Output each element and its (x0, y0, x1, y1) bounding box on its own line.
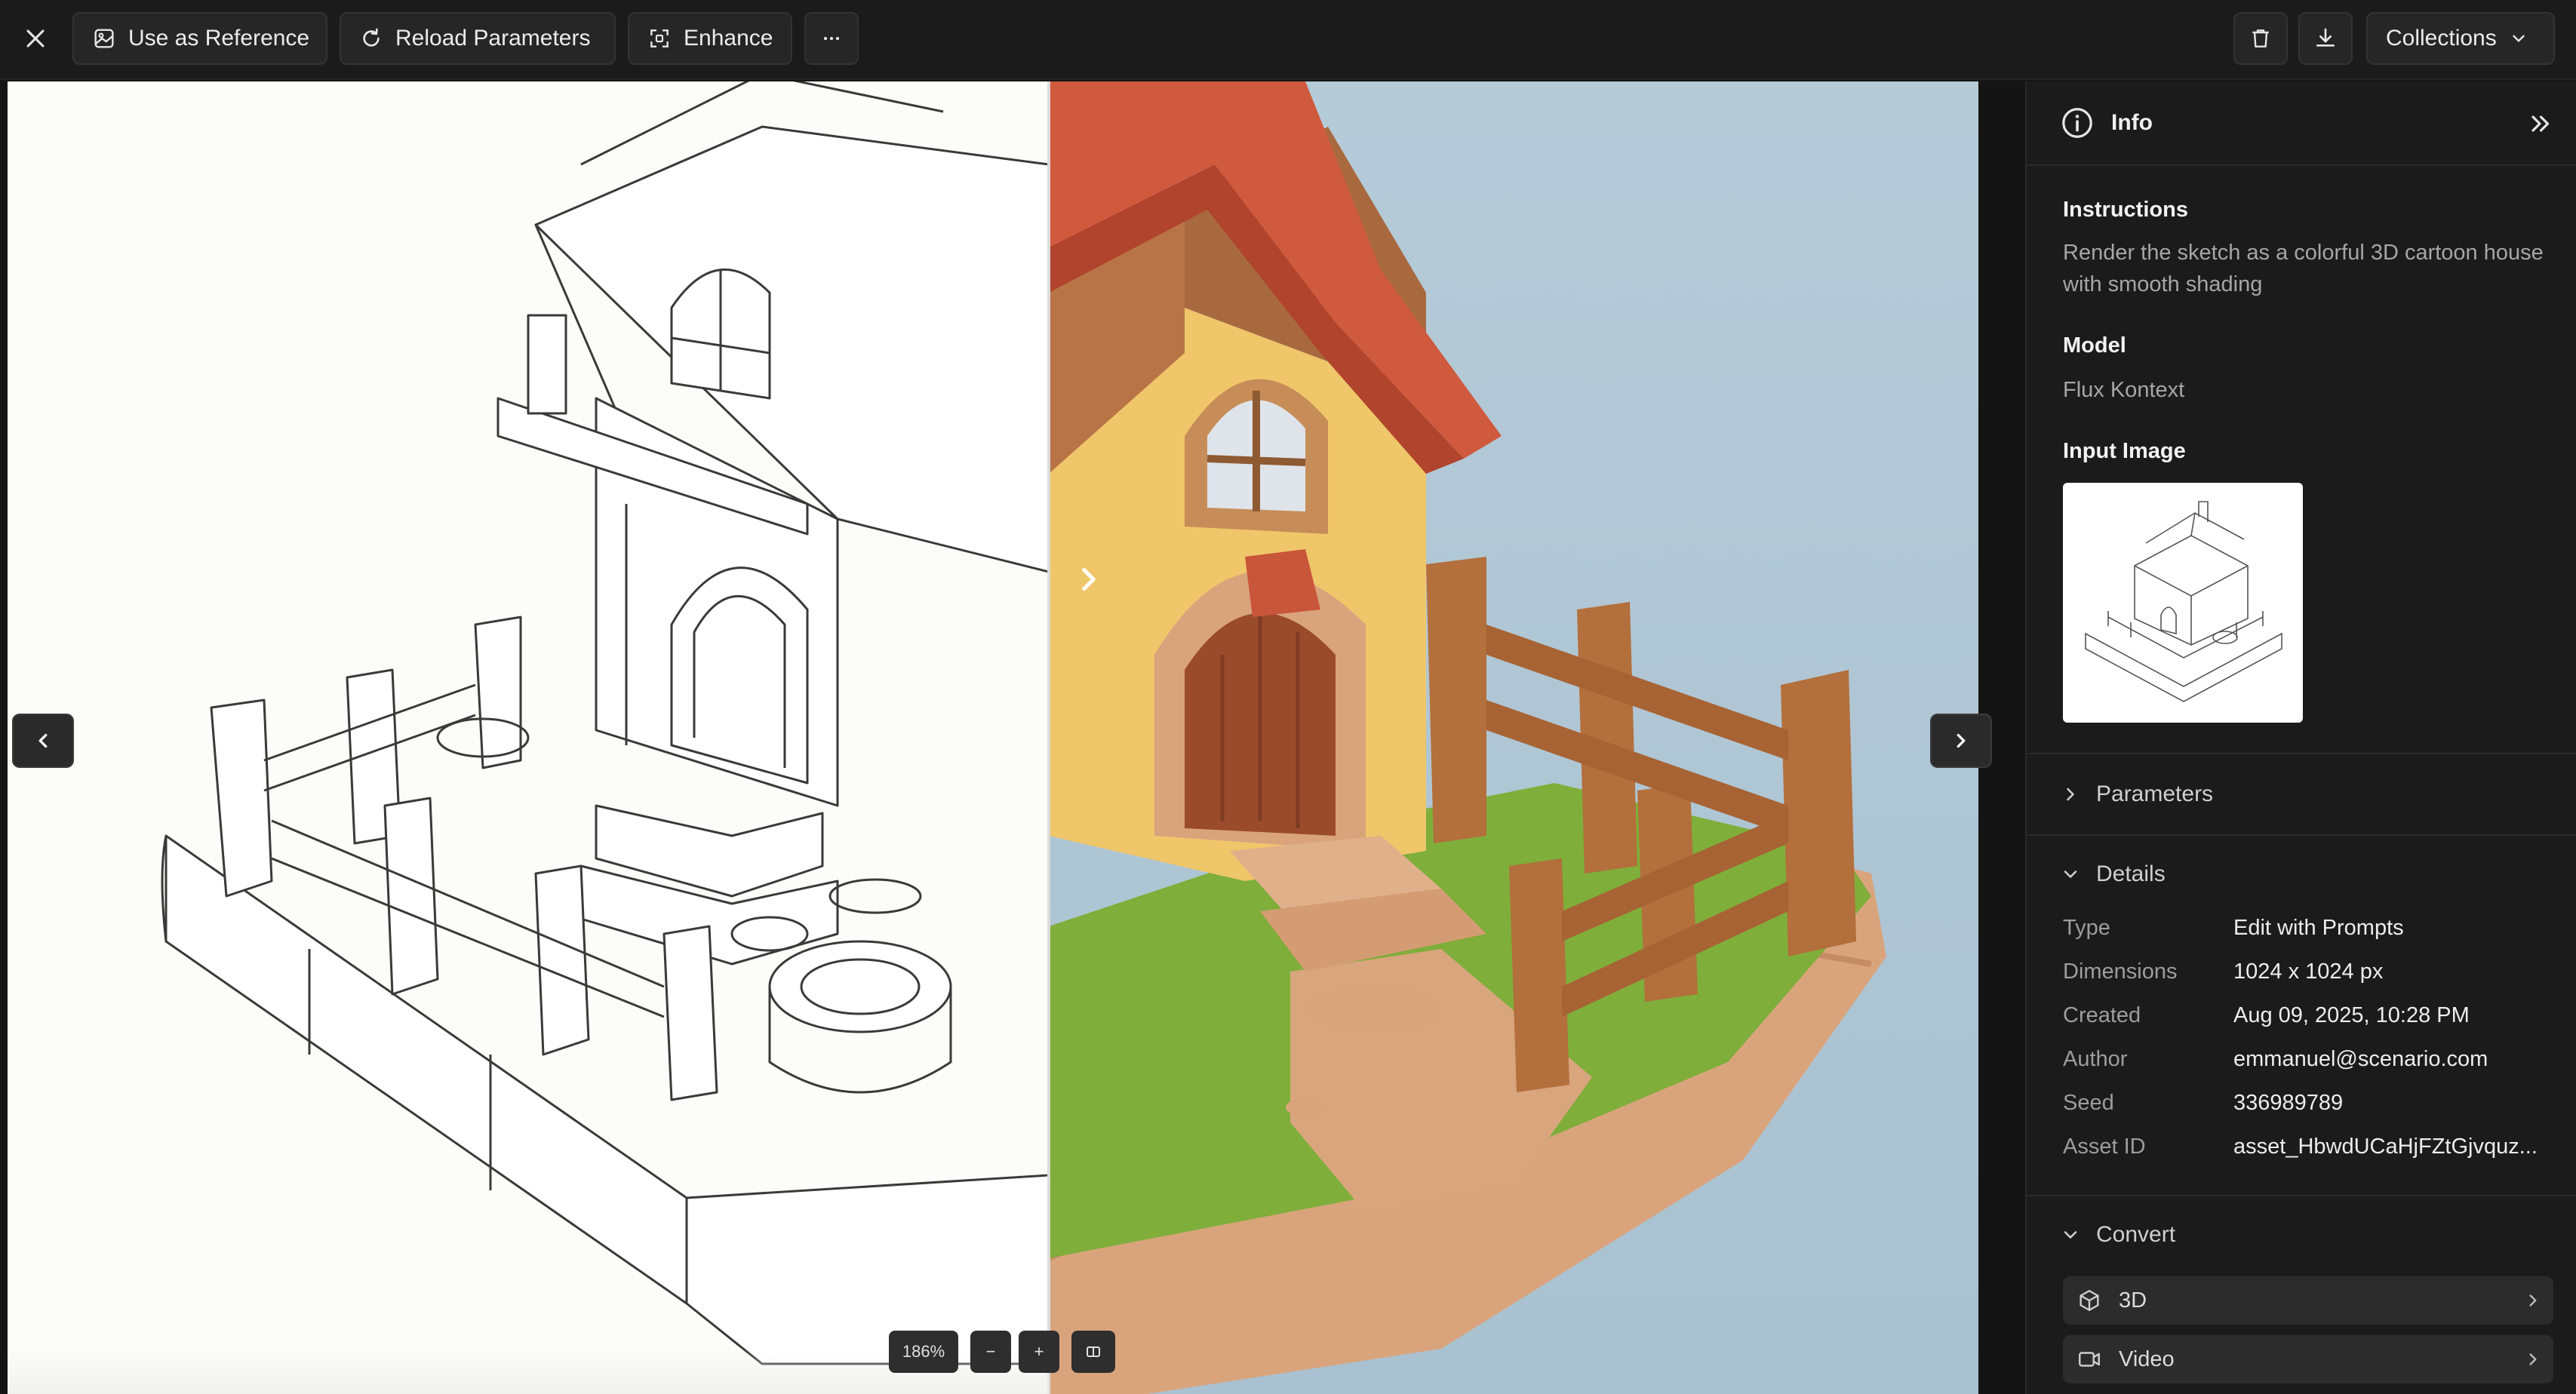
fit-to-screen-button[interactable] (1071, 1331, 1115, 1373)
cube-icon (2080, 1290, 2099, 1311)
use-as-reference-button[interactable]: Use as Reference (72, 12, 327, 65)
close-button[interactable] (18, 21, 53, 56)
detail-key-author: Author (2063, 1047, 2128, 1071)
detail-key-asset-id: Asset ID (2063, 1135, 2146, 1159)
next-image-button[interactable] (1930, 714, 1992, 768)
chevron-right-icon (2067, 788, 2074, 801)
trash-icon (2252, 29, 2269, 48)
comparison-view[interactable] (8, 81, 1978, 1394)
instructions-text: Render the sketch as a colorful 3D carto… (2063, 241, 2544, 296)
info-icon (2062, 108, 2092, 138)
close-icon (26, 29, 45, 48)
zoom-in-button[interactable]: + (1019, 1331, 1059, 1373)
fit-icon (1087, 1346, 1100, 1357)
input-image-label: Input Image (2063, 439, 2186, 463)
details-section-toggle[interactable]: Details (2060, 855, 2166, 893)
comparison-divider[interactable] (1047, 81, 1050, 1394)
convert-3d-button[interactable]: 3D (2063, 1276, 2553, 1325)
detail-value-asset-id[interactable]: asset_HbwdUCaHjFZtGjvquz... (2233, 1135, 2550, 1159)
chevron-right-icon (2529, 1294, 2537, 1306)
input-image-thumbnail[interactable] (2063, 483, 2303, 723)
convert-section-toggle[interactable]: Convert (2060, 1216, 2175, 1254)
info-panel-header: Info (2027, 81, 2576, 166)
previous-image-button[interactable] (12, 714, 74, 768)
delete-button[interactable] (2233, 12, 2288, 65)
chevron-down-icon (2064, 1231, 2077, 1239)
sketch-thumbnail (2085, 501, 2282, 702)
top-toolbar: Use as Reference Reload Parameters Enhan… (0, 0, 2576, 80)
use-as-reference-label: Use as Reference (128, 26, 310, 51)
enhance-icon (650, 29, 669, 48)
detail-key-dimensions: Dimensions (2063, 960, 2178, 984)
separator (2027, 1195, 2576, 1196)
chevron-left-icon (38, 733, 48, 748)
separator (2027, 834, 2576, 836)
model-label: Model (2063, 333, 2126, 358)
detail-value-type: Edit with Prompts (2233, 916, 2404, 940)
more-icon (823, 36, 840, 41)
convert-label: Convert (2096, 1222, 2176, 1247)
reload-parameters-label: Reload Parameters (395, 26, 591, 51)
refresh-icon (363, 28, 380, 47)
info-panel: Info Instructions Render the sketch as a… (2025, 81, 2576, 1394)
model-value: Flux Kontext (2063, 378, 2185, 402)
detail-value-author[interactable]: emmanuel@scenario.com (2233, 1047, 2550, 1072)
chevron-down-icon (2064, 870, 2077, 878)
detail-value-dimensions: 1024 x 1024 px (2233, 960, 2384, 984)
convert-video-button[interactable]: Video (2063, 1335, 2553, 1383)
info-panel-title: Info (2111, 110, 2153, 135)
detail-key-created: Created (2063, 1003, 2141, 1027)
double-chevron-right-icon[interactable] (2526, 110, 2553, 137)
more-options-button[interactable] (804, 12, 859, 65)
chevron-right-icon (1957, 733, 1966, 748)
collections-label: Collections (2386, 26, 2497, 51)
detail-key-seed: Seed (2063, 1091, 2114, 1115)
download-button[interactable] (2298, 12, 2353, 65)
parameters-section-toggle[interactable]: Parameters (2060, 775, 2213, 813)
chevron-right-icon (2529, 1353, 2537, 1365)
video-icon (2079, 1352, 2100, 1367)
enhance-button[interactable]: Enhance (628, 12, 792, 65)
chevron-right-icon (1082, 568, 1096, 591)
parameters-label: Parameters (2096, 781, 2214, 806)
convert-3d-label: 3D (2119, 1288, 2147, 1313)
instructions-label: Instructions (2063, 198, 2188, 222)
reload-parameters-button[interactable]: Reload Parameters (340, 12, 616, 65)
chevron-down-icon (2513, 35, 2525, 42)
detail-value-created: Aug 09, 2025, 10:28 PM (2233, 1003, 2470, 1027)
separator (2027, 753, 2576, 754)
zoom-out-button[interactable]: − (970, 1331, 1011, 1373)
zoom-level-indicator[interactable]: 186% (889, 1331, 958, 1373)
details-label: Details (2096, 861, 2166, 886)
download-icon (2316, 28, 2335, 47)
image-icon (94, 29, 114, 48)
detail-key-type: Type (2063, 916, 2110, 940)
collections-dropdown[interactable]: Collections (2366, 12, 2555, 65)
house-artwork (161, 81, 1886, 1394)
image-canvas: 186% − + (0, 81, 2025, 1394)
convert-video-label: Video (2119, 1346, 2175, 1371)
detail-value-seed[interactable]: 336989789 (2233, 1091, 2550, 1116)
enhance-label: Enhance (684, 26, 773, 51)
